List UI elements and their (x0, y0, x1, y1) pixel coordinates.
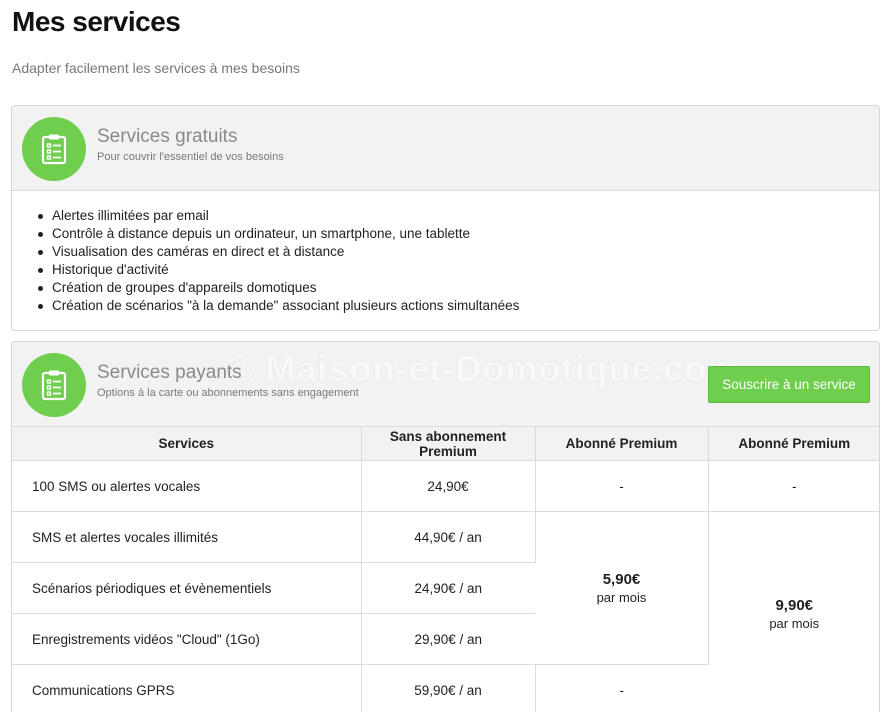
feature-item: Création de groupes d'appareils domotiqu… (37, 279, 519, 297)
free-features-list: Alertes illimitées par email Contrôle à … (37, 207, 519, 315)
premium1-cell: - (535, 460, 709, 512)
premium1-bundle-price: 5,90€ (602, 571, 641, 588)
service-name: Communications GPRS (12, 664, 362, 712)
feature-item: Contrôle à distance depuis un ordinateur… (37, 225, 519, 243)
premium1-bundle-period: par mois (596, 590, 647, 605)
service-name: SMS et alertes vocales illimités (12, 511, 362, 563)
page-title: Mes services (12, 6, 181, 37)
table-row: SMS et alertes vocales illimités 44,90€ … (12, 511, 879, 712)
premium2-bundle-period: par mois (769, 615, 820, 631)
table-row: 100 SMS ou alertes vocales 24,90€ - - (12, 460, 879, 512)
free-services-panel: Services gratuits Pour couvrir l'essenti… (11, 105, 880, 331)
service-name: Scénarios périodiques et évènementiels (12, 562, 362, 614)
clipboard-list-icon (22, 353, 86, 417)
service-price: 24,90€ (361, 460, 536, 512)
premium2-cell: - (708, 460, 879, 512)
service-price: 29,90€ / an (361, 613, 535, 665)
premium1-cell: - (535, 664, 708, 712)
premium1-bundle-cell: 5,90€ par mois (535, 511, 709, 665)
free-services-title: Services gratuits (97, 126, 238, 147)
paid-services-title: Services payants (97, 362, 242, 383)
free-services-description: Pour couvrir l'essentiel de vos besoins (97, 151, 284, 163)
pricing-table: Services Sans abonnement Premium Abonné … (12, 427, 879, 712)
paid-services-description: Options à la carte ou abonnements sans e… (97, 387, 359, 399)
feature-item: Visualisation des caméras en direct et à… (37, 243, 519, 261)
table-header-row: Services Sans abonnement Premium Abonné … (12, 427, 879, 461)
service-name: Enregistrements vidéos "Cloud" (1Go) (12, 613, 362, 665)
free-services-header: Services gratuits Pour couvrir l'essenti… (12, 106, 879, 191)
service-price: 59,90€ / an (361, 664, 536, 712)
column-header-no-premium: Sans abonnement Premium (361, 427, 536, 461)
feature-item: Alertes illimitées par email (37, 207, 519, 225)
feature-item: Historique d'activité (37, 261, 519, 279)
service-price: 24,90€ / an (361, 562, 535, 614)
paid-services-panel: © Maison-et-Domotique.com Services payan… (11, 341, 880, 712)
subscribe-button[interactable]: Souscrire à un service (708, 366, 870, 403)
clipboard-list-icon (22, 117, 86, 181)
premium2-bundle-cell: 9,90€ par mois (708, 511, 879, 712)
paid-services-header: © Maison-et-Domotique.com Services payan… (12, 342, 879, 427)
service-price: 44,90€ / an (361, 511, 536, 563)
service-name: 100 SMS ou alertes vocales (12, 460, 362, 512)
premium2-bundle-price: 9,90€ (775, 596, 814, 614)
feature-item: Création de scénarios "à la demande" ass… (37, 297, 519, 315)
column-header-premium-1: Abonné Premium (535, 427, 709, 461)
column-header-premium-2: Abonné Premium (708, 427, 879, 461)
column-header-services: Services (12, 427, 362, 461)
watermark: © Maison-et-Domotique.com (227, 348, 741, 389)
page-subtitle: Adapter facilement les services à mes be… (12, 60, 300, 76)
